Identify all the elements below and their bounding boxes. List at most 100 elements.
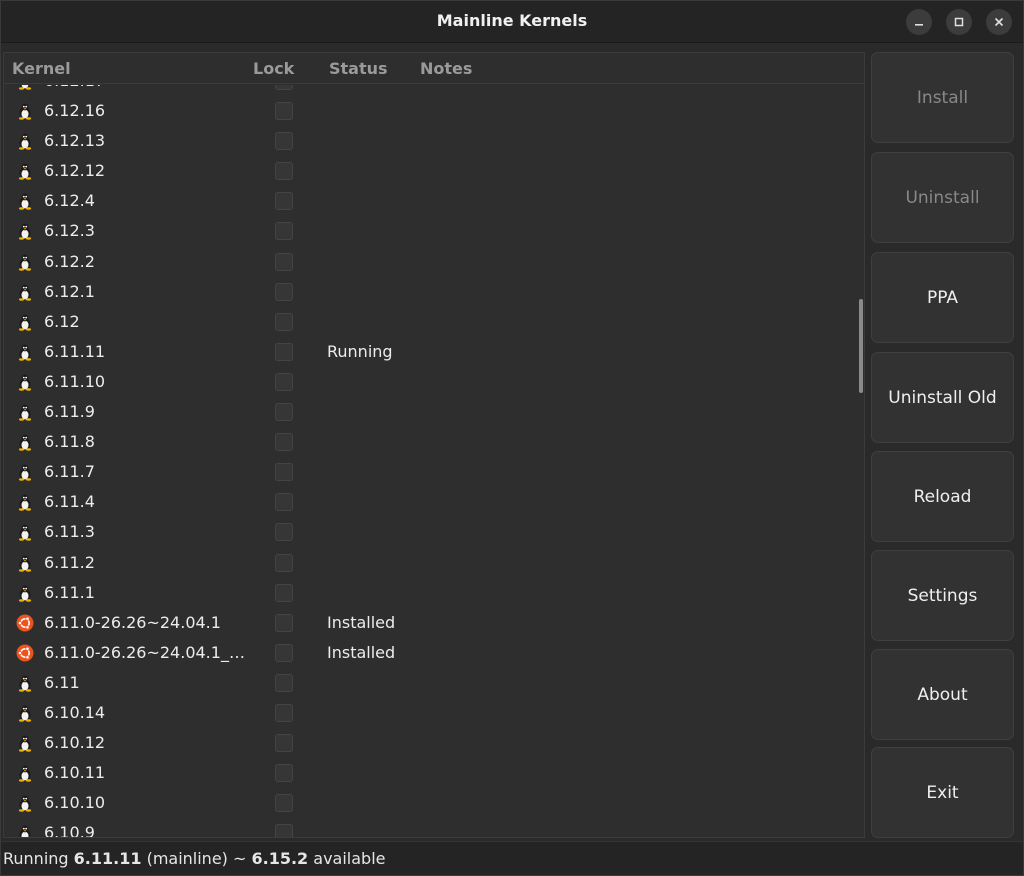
kernel-row[interactable]: 6.12.4 [4, 186, 860, 216]
lock-checkbox[interactable] [275, 102, 293, 121]
kernel-row[interactable]: 6.10.9 [4, 818, 860, 837]
tux-icon [16, 704, 34, 722]
lock-checkbox[interactable] [275, 222, 293, 241]
reload-button[interactable]: Reload [871, 451, 1014, 542]
lock-checkbox[interactable] [275, 523, 293, 542]
close-button[interactable] [986, 9, 1012, 35]
kernel-version: 6.11.4 [44, 492, 95, 512]
tux-icon [16, 433, 34, 451]
minimize-button[interactable] [906, 9, 932, 35]
running-version: 6.11.11 [73, 849, 142, 868]
ubuntu-icon [16, 614, 34, 632]
about-button[interactable]: About [871, 649, 1014, 740]
kernel-row[interactable]: 6.12.1 [4, 277, 860, 307]
kernel-list[interactable]: Kernel Lock Status Notes 6.12.176.12.166… [3, 52, 865, 838]
tux-icon [16, 132, 34, 150]
vertical-scrollbar[interactable] [859, 299, 863, 393]
lock-checkbox[interactable] [275, 794, 293, 813]
kernel-row[interactable]: 6.12.16 [4, 96, 860, 126]
kernel-row[interactable]: 6.11.2 [4, 548, 860, 578]
tux-icon [16, 584, 34, 602]
kernel-row[interactable]: 6.12.3 [4, 216, 860, 246]
tux-icon [16, 734, 34, 752]
kernel-row[interactable]: 6.11.4 [4, 487, 860, 517]
kernel-row[interactable]: 6.12.13 [4, 126, 860, 156]
app-window: Mainline Kernels Kernel Lock Status Note… [0, 0, 1024, 876]
status-suffix: available [308, 849, 386, 868]
lock-checkbox[interactable] [275, 372, 293, 391]
kernel-row[interactable]: 6.11.3 [4, 517, 860, 547]
kernel-row[interactable]: 6.10.12 [4, 728, 860, 758]
kernel-version: 6.11.0-26.26~24.04.1 [44, 612, 221, 632]
kernel-row[interactable]: 6.10.11 [4, 758, 860, 788]
lock-checkbox[interactable] [275, 342, 293, 361]
lock-checkbox[interactable] [275, 162, 293, 181]
column-header-notes[interactable]: Notes [420, 59, 472, 78]
lock-checkbox[interactable] [275, 192, 293, 211]
lock-checkbox[interactable] [275, 433, 293, 452]
tux-icon [16, 253, 34, 271]
kernel-row[interactable]: 6.12.12 [4, 156, 860, 186]
kernel-row[interactable]: 6.12.17 [4, 85, 860, 96]
lock-checkbox[interactable] [275, 463, 293, 482]
install-button[interactable]: Install [871, 52, 1014, 143]
kernel-row[interactable]: 6.11.0-26.26~24.04.1_… Installed [4, 638, 860, 668]
kernel-row[interactable]: 6.10.10 [4, 788, 860, 818]
exit-button[interactable]: Exit [871, 747, 1014, 838]
kernel-row[interactable]: 6.11.8 [4, 427, 860, 457]
lock-checkbox[interactable] [275, 613, 293, 632]
uninstall-button[interactable]: Uninstall [871, 152, 1014, 243]
kernel-row[interactable]: 6.11.11 Running [4, 337, 860, 367]
lock-checkbox[interactable] [275, 403, 293, 422]
kernel-row[interactable]: 6.11.10 [4, 367, 860, 397]
kernel-row[interactable]: 6.11.7 [4, 457, 860, 487]
lock-checkbox[interactable] [275, 764, 293, 783]
kernel-row[interactable]: 6.10.14 [4, 698, 860, 728]
lock-checkbox[interactable] [275, 132, 293, 151]
tux-icon [16, 85, 34, 90]
column-header-status[interactable]: Status [329, 59, 388, 78]
kernel-version: 6.10.14 [44, 702, 106, 722]
status-prefix: Running [3, 849, 74, 868]
kernel-version: 6.12.2 [44, 251, 95, 271]
ppa-button[interactable]: PPA [871, 252, 1014, 343]
lock-checkbox[interactable] [275, 703, 293, 722]
kernel-rows-viewport: 6.12.17 6.12.16 6.12.13 6.12.12 6.12.4 6.12.3… [4, 85, 860, 837]
lock-checkbox[interactable] [275, 643, 293, 662]
kernel-row[interactable]: 6.11.0-26.26~24.04.1 Installed [4, 608, 860, 638]
kernel-version: 6.11.2 [44, 552, 95, 572]
lock-checkbox[interactable] [275, 583, 293, 602]
column-header-kernel[interactable]: Kernel [12, 59, 71, 78]
kernel-version: 6.10.12 [44, 733, 106, 753]
kernel-status: Installed [327, 612, 396, 632]
lock-checkbox[interactable] [275, 493, 293, 512]
kernel-version: 6.11.8 [44, 432, 95, 452]
lock-checkbox[interactable] [275, 673, 293, 692]
tux-icon [16, 824, 34, 837]
column-header-lock[interactable]: Lock [253, 59, 294, 78]
maximize-button[interactable] [946, 9, 972, 35]
tux-icon [16, 313, 34, 331]
lock-checkbox[interactable] [275, 85, 293, 90]
lock-checkbox[interactable] [275, 282, 293, 301]
kernel-version: 6.10.9 [44, 823, 95, 837]
lock-checkbox[interactable] [275, 553, 293, 572]
lock-checkbox[interactable] [275, 824, 293, 837]
settings-button[interactable]: Settings [871, 550, 1014, 641]
kernel-row[interactable]: 6.11.1 [4, 578, 860, 608]
tux-icon [16, 283, 34, 301]
lock-checkbox[interactable] [275, 252, 293, 271]
available-version: 6.15.2 [251, 849, 309, 868]
lock-checkbox[interactable] [275, 734, 293, 753]
tux-icon [16, 162, 34, 180]
kernel-row[interactable]: 6.11 [4, 668, 860, 698]
kernel-version: 6.11.3 [44, 522, 95, 542]
lock-checkbox[interactable] [275, 312, 293, 331]
kernel-version: 6.10.10 [44, 793, 106, 813]
uninstall-old-button[interactable]: Uninstall Old [871, 352, 1014, 443]
kernel-row[interactable]: 6.12.2 [4, 247, 860, 277]
kernel-row[interactable]: 6.12 [4, 307, 860, 337]
kernel-list-header: Kernel Lock Status Notes [4, 53, 864, 84]
kernel-row[interactable]: 6.11.9 [4, 397, 860, 427]
kernel-version: 6.12.13 [44, 131, 106, 151]
